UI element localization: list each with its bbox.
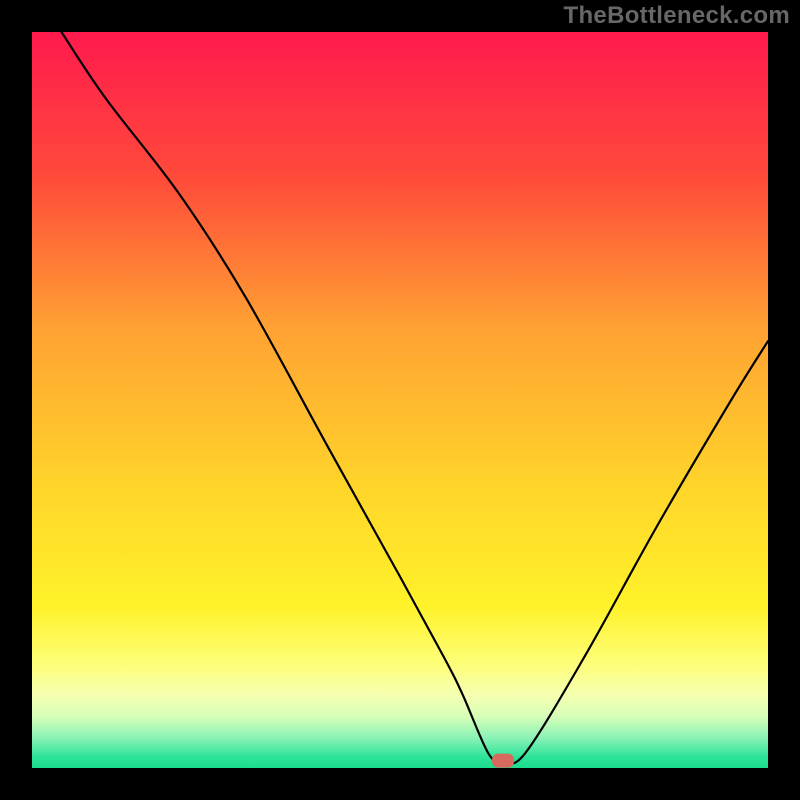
bottleneck-chart (32, 32, 768, 768)
watermark-text: TheBottleneck.com (564, 2, 790, 30)
optimal-point-marker (492, 754, 514, 768)
chart-frame: TheBottleneck.com (0, 0, 800, 800)
chart-background (32, 32, 768, 768)
